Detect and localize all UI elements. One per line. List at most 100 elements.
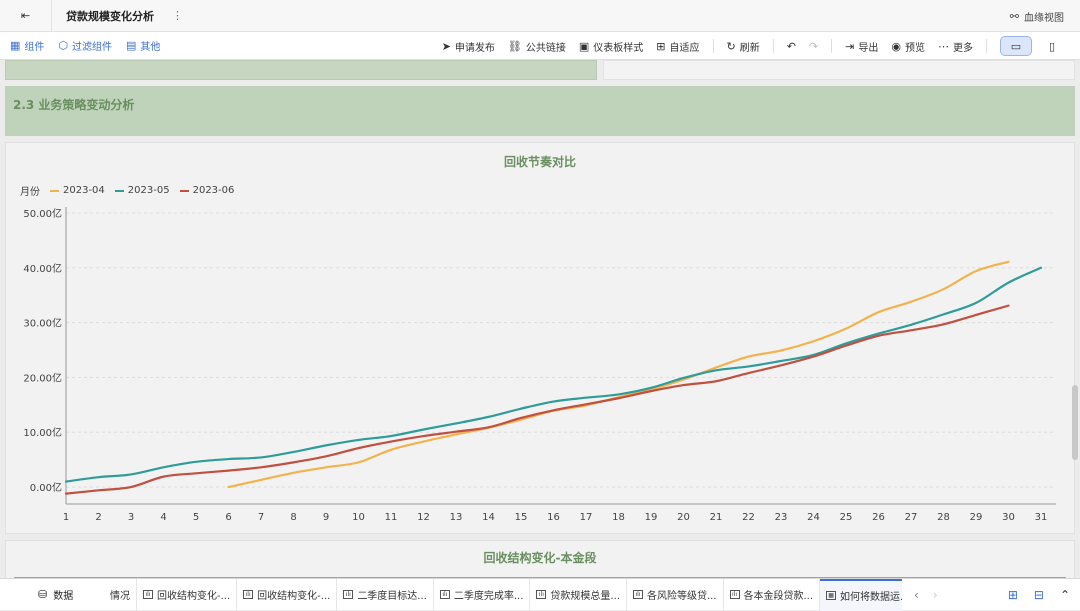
refresh-label: 刷新 <box>739 42 760 54</box>
redo-button[interactable]: ↷ <box>809 41 818 52</box>
other-button[interactable]: ▤ 其他 <box>126 38 160 53</box>
x-tick-label: 29 <box>970 512 983 523</box>
adaptive-button[interactable]: ⊞ 自适应 <box>656 39 699 54</box>
y-tick-label: 50.00亿 <box>23 207 62 220</box>
vertical-scrollbar[interactable] <box>1072 385 1078 460</box>
sheet-tab-active[interactable]: ▦ 如何将数据运... <box>820 578 902 611</box>
more-icon: ⋯ <box>938 39 949 53</box>
x-tick-label: 24 <box>807 512 820 523</box>
lineage-view-label: 血缘视图 <box>1024 13 1064 24</box>
component-icon: ▦ <box>10 39 21 52</box>
collapse-icon[interactable]: ⌃ <box>1060 588 1070 602</box>
export-button[interactable]: ⇥ 导出 <box>845 39 878 54</box>
exit-icon: ⇤ <box>20 9 31 22</box>
more-label: 更多 <box>953 42 973 54</box>
previous-widget-left <box>5 60 597 80</box>
sheet-tab[interactable]: ılı 贷款规模总量... <box>530 578 627 611</box>
tab-next-icon[interactable]: › <box>933 588 938 602</box>
x-tick-label: 4 <box>160 512 166 523</box>
lineage-icon: ⚯ <box>1009 10 1019 23</box>
more-button[interactable]: ⋯ 更多 <box>938 39 973 54</box>
sheet-tab[interactable]: 情况 <box>92 578 137 611</box>
x-tick-label: 14 <box>482 512 495 523</box>
desktop-icon: ▭ <box>1010 39 1022 53</box>
x-tick-label: 25 <box>840 512 853 523</box>
dashboard-style-button[interactable]: ▣ 仪表板样式 <box>579 39 643 54</box>
refresh-icon: ↻ <box>726 39 736 53</box>
chart-sheet-icon: ılı <box>729 590 740 599</box>
refresh-button[interactable]: ↻ 刷新 <box>727 39 760 54</box>
apply-publish-label: 申请发布 <box>454 42 495 54</box>
chart-sheet-icon: ılı <box>243 590 254 599</box>
section-banner[interactable]: 2.3 业务策略变动分析 <box>5 86 1075 136</box>
add-sheet-icon[interactable]: ⊞ <box>1008 588 1018 602</box>
public-link-button[interactable]: ⛓ 公共链接 <box>508 39 566 54</box>
sheet-tab-label: 如何将数据运... <box>840 592 902 603</box>
chart-widget[interactable]: 回收节奏对比 月份 2023-04 2023-05 2023-06 0.00亿 1… <box>5 142 1075 534</box>
dashboard-canvas: 2.3 业务策略变动分析 回收节奏对比 月份 2023-04 2023-05 2… <box>0 60 1080 578</box>
x-tick-label: 31 <box>1035 512 1048 523</box>
other-label: 其他 <box>140 42 161 53</box>
send-icon: ➤ <box>441 39 451 53</box>
series-line-2023-04 <box>227 260 1010 489</box>
toolbar-left: ▦ 组件 ⬡ 过滤组件 ▤ 其他 <box>0 38 160 53</box>
sheet-tab-label: 回收结构变化-... <box>157 591 231 602</box>
next-chart-widget[interactable]: 回收结构变化-本金段 <box>5 540 1075 578</box>
bottom-actions: ⊞ ⊟ ⌃ <box>1008 579 1070 611</box>
bottom-bar: ⛁ 数据 情况 ılı 回收结构变化-... ılı 回收结构变化-... ıl… <box>0 578 1080 611</box>
x-tick-label: 17 <box>580 512 593 523</box>
preview-label: 预览 <box>905 42 925 54</box>
sheet-tab[interactable]: ılı 二季度目标达... <box>337 578 434 611</box>
previous-widget-right <box>603 60 1075 80</box>
sheet-tab-label: 情况 <box>110 591 130 602</box>
add-dashboard-icon[interactable]: ⊟ <box>1034 588 1044 602</box>
dashboard-title: 贷款规模变化分析 <box>66 9 154 23</box>
undo-button[interactable]: ↶ <box>787 41 796 52</box>
tab-prev-icon[interactable]: ‹ <box>914 588 919 602</box>
x-tick-label: 30 <box>1002 512 1015 523</box>
y-tick-label: 20.00亿 <box>23 371 62 384</box>
x-tick-label: 12 <box>417 512 430 523</box>
device-toggle: ▭ ▯ <box>1000 36 1068 56</box>
x-tick-label: 16 <box>547 512 560 523</box>
sheet-tab-label: 各本金段贷款... <box>743 591 814 602</box>
preview-button[interactable]: ◉ 预览 <box>891 39 925 54</box>
line-chart[interactable]: 0.00亿10.00亿20.00亿30.00亿40.00亿50.00亿1 2 3 4 5… <box>6 143 1074 533</box>
sheet-tab-label: 回收结构变化-... <box>257 591 331 602</box>
x-tick-label: 2 <box>95 512 101 523</box>
sheet-tab-label: 二季度完成率... <box>453 591 524 602</box>
title-bar: ⇤ 贷款规模变化分析 ⋮ ⚯ 血缘视图 <box>0 0 1080 32</box>
lineage-view-button[interactable]: ⚯ 血缘视图 <box>1010 9 1064 24</box>
database-icon: ⛁ <box>38 588 48 601</box>
mobile-icon: ▯ <box>1048 39 1056 53</box>
adaptive-label: 自适应 <box>669 42 700 54</box>
exit-button[interactable]: ⇤ <box>0 0 52 32</box>
desktop-view-button[interactable]: ▭ <box>1000 36 1032 56</box>
sheet-tab[interactable]: ılı 回收结构变化-... <box>237 578 338 611</box>
sheet-tab-label: 贷款规模总量... <box>550 591 620 602</box>
data-button[interactable]: ⛁ 数据 <box>0 579 92 611</box>
sheet-tab[interactable]: ılı 各本金段贷款... <box>724 578 821 611</box>
mobile-view-button[interactable]: ▯ <box>1036 36 1068 56</box>
apply-publish-button[interactable]: ➤ 申请发布 <box>442 39 495 54</box>
sheet-tab[interactable]: ılı 回收结构变化-... <box>137 578 238 611</box>
filter-component-label: 过滤组件 <box>72 42 113 53</box>
undo-icon: ↶ <box>786 39 796 53</box>
data-label: 数据 <box>53 591 74 602</box>
y-tick-label: 10.00亿 <box>23 426 62 439</box>
filter-component-button[interactable]: ⬡ 过滤组件 <box>58 38 112 53</box>
sheet-tab-label: 各风险等级贷... <box>646 591 717 602</box>
sheet-tab[interactable]: ılı 各风险等级贷... <box>627 578 724 611</box>
y-tick-label: 0.00亿 <box>30 481 62 494</box>
x-tick-label: 18 <box>612 512 625 523</box>
component-button[interactable]: ▦ 组件 <box>10 38 44 53</box>
dashboard-style-label: 仪表板样式 <box>593 42 644 54</box>
y-tick-label: 30.00亿 <box>23 317 62 330</box>
x-tick-label: 6 <box>225 512 231 523</box>
title-menu-icon[interactable]: ⋮ <box>172 9 183 22</box>
toolbar-divider <box>712 39 714 53</box>
x-tick-label: 1 <box>63 512 69 523</box>
sheet-tab[interactable]: ılı 二季度完成率... <box>434 578 531 611</box>
link-icon: ⛓ <box>507 39 522 53</box>
series-line-2023-05 <box>64 266 1043 483</box>
